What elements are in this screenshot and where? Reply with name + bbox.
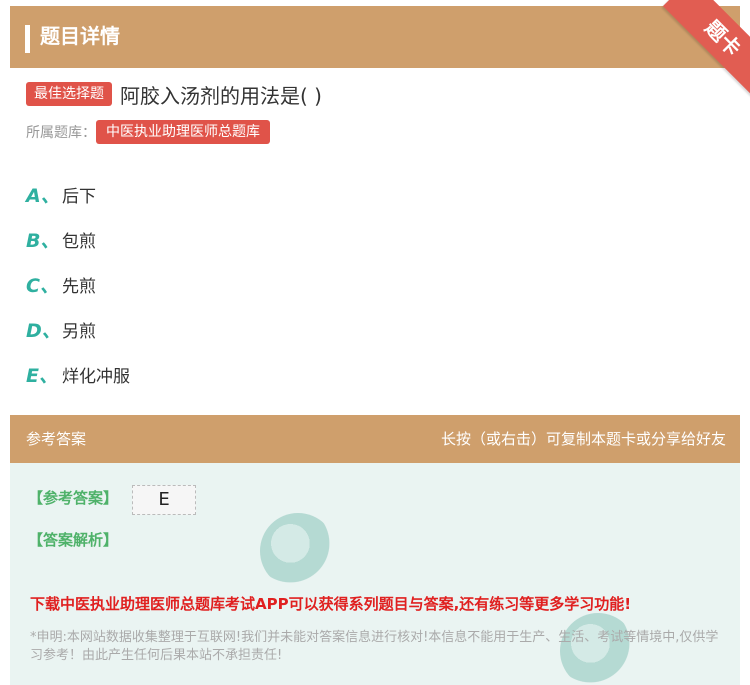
disclaimer-text: *申明:本网站数据收集整理于互联网!我们并未能对答案信息进行核对!本信息不能用于… bbox=[30, 630, 719, 663]
option-letter: D、 bbox=[26, 320, 61, 342]
corner-ribbon: 题卡 bbox=[650, 0, 750, 100]
header-title: 题目详情 bbox=[40, 24, 120, 48]
answer-label: 【参考答案】 bbox=[28, 489, 119, 507]
question-bank-row: 所属题库： 中医执业助理医师总题库 bbox=[26, 120, 270, 144]
option-text: 烊化冲服 bbox=[62, 367, 130, 387]
answer-section-title: 参考答案 bbox=[26, 430, 87, 448]
option-text: 先煎 bbox=[62, 277, 96, 297]
detail-header: 题目详情 bbox=[10, 6, 740, 68]
analysis-label: 【答案解析】 bbox=[28, 531, 119, 549]
share-hint: 长按（或右击）可复制本题卡或分享给好友 bbox=[440, 430, 726, 448]
option-d[interactable]: D、 另煎 bbox=[26, 307, 130, 352]
question-type-badge: 最佳选择题 bbox=[26, 82, 112, 106]
answer-body: 【参考答案】 E 【答案解析】 下载中医执业助理医师总题库考试APP可以获得系列… bbox=[10, 463, 740, 685]
option-letter: E、 bbox=[26, 365, 58, 387]
bank-link[interactable]: 中医执业助理医师总题库 bbox=[96, 120, 270, 144]
app-promo-link[interactable]: 下载中医执业助理医师总题库考试APP可以获得系列题目与答案,还有练习等更多学习功… bbox=[30, 593, 631, 614]
answer-header: 参考答案 长按（或右击）可复制本题卡或分享给好友 bbox=[10, 415, 740, 463]
question-row: 最佳选择题 阿胶入汤剂的用法是( ) bbox=[26, 80, 322, 108]
option-b[interactable]: B、 包煎 bbox=[26, 217, 130, 262]
answer-value: E bbox=[132, 485, 196, 515]
option-letter: A、 bbox=[26, 185, 60, 207]
option-letter: B、 bbox=[26, 230, 60, 252]
option-a[interactable]: A、 后下 bbox=[26, 172, 130, 217]
option-list: A、 后下 B、 包煎 C、 先煎 D、 另煎 E、 烊化冲服 bbox=[26, 172, 130, 397]
option-letter: C、 bbox=[26, 275, 59, 297]
option-e[interactable]: E、 烊化冲服 bbox=[26, 352, 130, 397]
bank-label: 所属题库： bbox=[26, 125, 96, 141]
option-text: 后下 bbox=[62, 187, 96, 207]
option-c[interactable]: C、 先煎 bbox=[26, 262, 130, 307]
header-accent-bar bbox=[25, 25, 30, 53]
ribbon-label: 题卡 bbox=[662, 0, 750, 99]
option-text: 另煎 bbox=[62, 322, 96, 342]
question-text: 阿胶入汤剂的用法是( ) bbox=[120, 83, 322, 108]
option-text: 包煎 bbox=[62, 232, 96, 252]
watermark-logo-icon bbox=[260, 513, 336, 589]
